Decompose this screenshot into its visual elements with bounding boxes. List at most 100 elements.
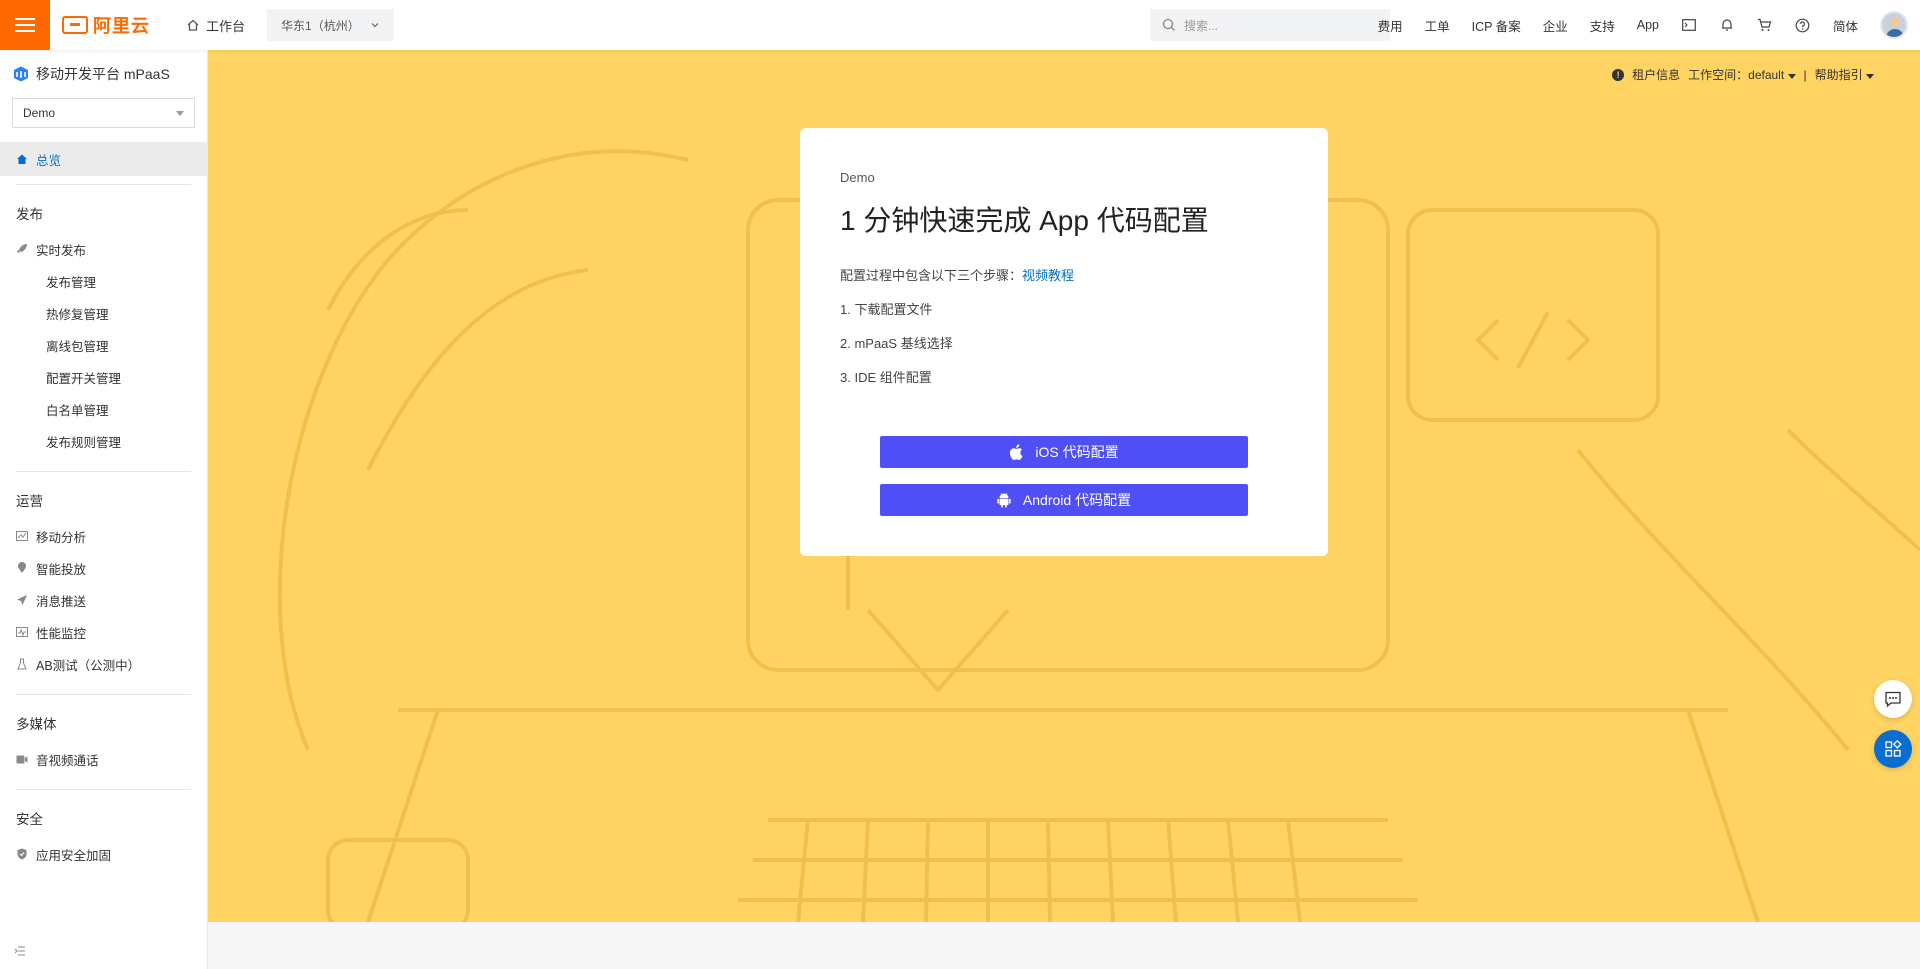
caret-down-icon	[176, 110, 184, 116]
help-guide-dropdown[interactable]: 帮助指引	[1815, 66, 1874, 83]
apps-grid-icon	[1885, 740, 1902, 757]
sidebar-item-message-push[interactable]: 消息推送	[0, 584, 207, 616]
caret-down-icon	[1787, 74, 1796, 79]
apple-icon	[1010, 444, 1023, 460]
group-title-operations: 运营	[16, 494, 43, 509]
chart-icon	[16, 530, 28, 542]
workbench-link[interactable]: 工作台	[186, 16, 245, 35]
tenant-info-link[interactable]: 租户信息	[1632, 66, 1680, 83]
link-icp[interactable]: ICP 备案	[1472, 16, 1521, 35]
sidebar-item-app-hardening[interactable]: 应用安全加固	[0, 838, 207, 870]
step-3: 3. IDE 组件配置	[840, 370, 932, 385]
workbench-label: 工作台	[206, 18, 246, 34]
sidebar-item-label: 音视频通话	[36, 753, 99, 768]
sidebar-item-label: 性能监控	[36, 626, 87, 641]
product-title: 移动开发平台 mPaaS	[0, 50, 207, 84]
sidebar-item-label: 应用安全加固	[36, 848, 112, 863]
quick-config-card: Demo 1 分钟快速完成 App 代码配置 配置过程中包含以下三个步骤：视频教…	[800, 128, 1328, 556]
sidebar-item-mobile-analytics[interactable]: 移动分析	[0, 520, 207, 552]
ios-config-label: iOS 代码配置	[1035, 444, 1119, 460]
search-input[interactable]: 搜索...	[1150, 9, 1390, 41]
video-icon	[16, 753, 28, 765]
sidebar-item-release-rules[interactable]: 发布规则管理	[0, 425, 207, 457]
rocket-icon	[16, 243, 28, 255]
flask-icon	[16, 658, 28, 670]
language-switch[interactable]: 简体	[1833, 16, 1858, 35]
app-select[interactable]: Demo	[12, 98, 195, 128]
user-avatar[interactable]	[1880, 11, 1908, 39]
main-header: ! 租户信息 工作空间：default | 帮助指引	[1612, 66, 1874, 83]
chat-float-button[interactable]	[1874, 680, 1912, 718]
card-description-text: 配置过程中包含以下三个步骤：	[840, 268, 1023, 283]
search-placeholder: 搜索...	[1184, 18, 1219, 33]
monitor-icon	[16, 626, 28, 638]
home-icon	[187, 19, 199, 31]
shield-icon	[16, 848, 28, 860]
location-pin-icon	[16, 562, 28, 574]
page-footer	[208, 922, 1920, 969]
top-links: 费用 工单 ICP 备案 企业 支持 App 简体	[1378, 0, 1920, 50]
android-config-button[interactable]: Android 代码配置	[880, 484, 1248, 516]
caret-down-icon	[1866, 74, 1874, 79]
sidebar-item-performance[interactable]: 性能监控	[0, 616, 207, 648]
aliyun-logo[interactable]: 阿里云	[62, 12, 150, 38]
link-ticket[interactable]: 工单	[1425, 16, 1450, 35]
apps-float-button[interactable]	[1874, 730, 1912, 768]
sidebar: 移动开发平台 mPaaS Demo 总览 发布 实时发布 发布管理 热修复管理 …	[0, 50, 208, 969]
chevron-down-icon	[371, 23, 379, 28]
sidebar-item-av-call[interactable]: 音视频通话	[0, 743, 207, 775]
group-title-multimedia: 多媒体	[16, 717, 57, 732]
region-label: 华东1（杭州）	[281, 18, 360, 33]
group-title-release: 发布	[16, 207, 43, 222]
help-icon[interactable]	[1795, 17, 1811, 33]
logo-text: 阿里云	[93, 16, 150, 36]
android-config-label: Android 代码配置	[1022, 492, 1132, 508]
hamburger-menu-button[interactable]	[0, 0, 50, 50]
step-1: 1. 下载配置文件	[840, 302, 933, 317]
sidebar-item-label: 移动分析	[36, 530, 87, 545]
sidebar-item-smart-delivery[interactable]: 智能投放	[0, 552, 207, 584]
help-guide-label: 帮助指引	[1814, 68, 1863, 82]
workspace-label: 工作空间：default	[1688, 68, 1785, 82]
header-separator: |	[1803, 67, 1807, 82]
collapse-sidebar-icon[interactable]	[14, 944, 26, 959]
bell-icon[interactable]	[1719, 17, 1735, 33]
sidebar-item-release-mgmt[interactable]: 发布管理	[0, 265, 207, 297]
main-content: ! 租户信息 工作空间：default | 帮助指引 Demo 1 分钟快速完成…	[208, 50, 1920, 922]
product-name: 移动开发平台 mPaaS	[36, 66, 170, 82]
link-billing[interactable]: 费用	[1378, 16, 1403, 35]
sidebar-item-label: 总览	[36, 153, 62, 168]
cart-icon[interactable]	[1757, 17, 1773, 33]
sidebar-item-overview[interactable]: 总览	[0, 142, 207, 176]
top-navbar: 阿里云 工作台 华东1（杭州） 搜索... 费用 工单 ICP 备案 企业 支持…	[0, 0, 1920, 50]
group-title-security: 安全	[16, 812, 43, 827]
sidebar-item-offline-pkg[interactable]: 离线包管理	[0, 329, 207, 361]
mpaas-logo-icon	[14, 66, 28, 82]
region-selector[interactable]: 华东1（杭州）	[267, 9, 394, 41]
terminal-icon[interactable]	[1681, 17, 1697, 33]
sidebar-item-config-switch[interactable]: 配置开关管理	[0, 361, 207, 393]
card-description: 配置过程中包含以下三个步骤：视频教程	[840, 265, 1288, 284]
search-icon	[1162, 18, 1175, 31]
sidebar-item-hotfix[interactable]: 热修复管理	[0, 297, 207, 329]
card-app-name: Demo	[840, 170, 875, 185]
home-icon	[17, 154, 27, 164]
app-select-value: Demo	[23, 106, 56, 120]
sidebar-item-realtime-release[interactable]: 实时发布	[0, 233, 207, 265]
aliyun-logo-icon	[62, 16, 88, 34]
sidebar-item-ab-test[interactable]: AB测试（公测中）	[0, 648, 207, 680]
chat-icon	[1885, 691, 1901, 708]
workspace-selector[interactable]: 工作空间：default	[1688, 66, 1796, 83]
sidebar-item-label: 消息推送	[36, 594, 87, 609]
sidebar-item-whitelist[interactable]: 白名单管理	[0, 393, 207, 425]
ios-config-button[interactable]: iOS 代码配置	[880, 436, 1248, 468]
android-icon	[997, 493, 1011, 508]
video-tutorial-link[interactable]: 视频教程	[1022, 268, 1074, 283]
sidebar-item-label: 实时发布	[36, 243, 87, 258]
info-icon: !	[1612, 68, 1625, 81]
link-support[interactable]: 支持	[1590, 16, 1615, 35]
step-2: 2. mPaaS 基线选择	[840, 336, 953, 351]
link-enterprise[interactable]: 企业	[1543, 16, 1568, 35]
link-app[interactable]: App	[1637, 18, 1659, 32]
card-title: 1 分钟快速完成 App 代码配置	[840, 205, 1209, 236]
